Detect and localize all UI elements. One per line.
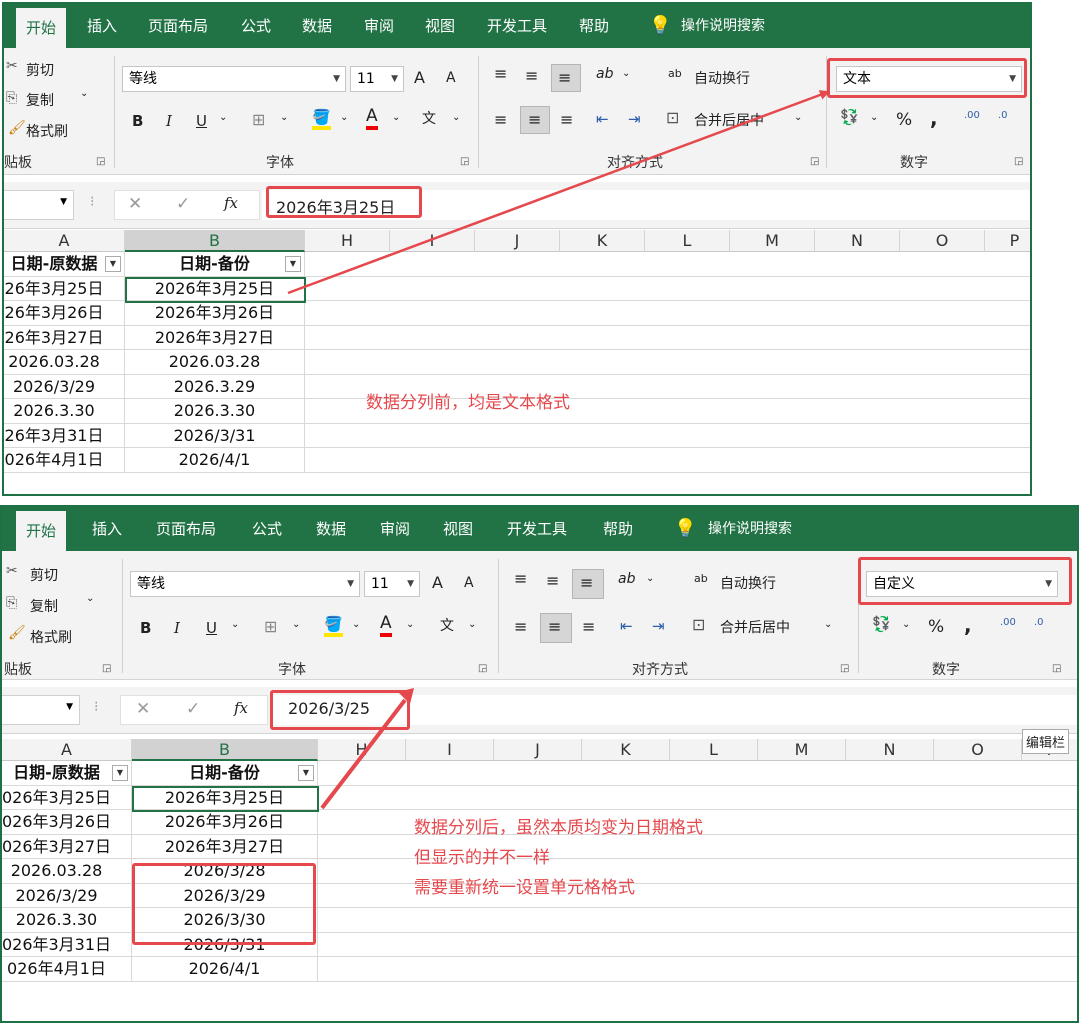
arrow-to-number-format xyxy=(287,90,830,295)
annotation-arrows xyxy=(287,90,830,810)
arrow-to-formula-value xyxy=(320,698,407,810)
